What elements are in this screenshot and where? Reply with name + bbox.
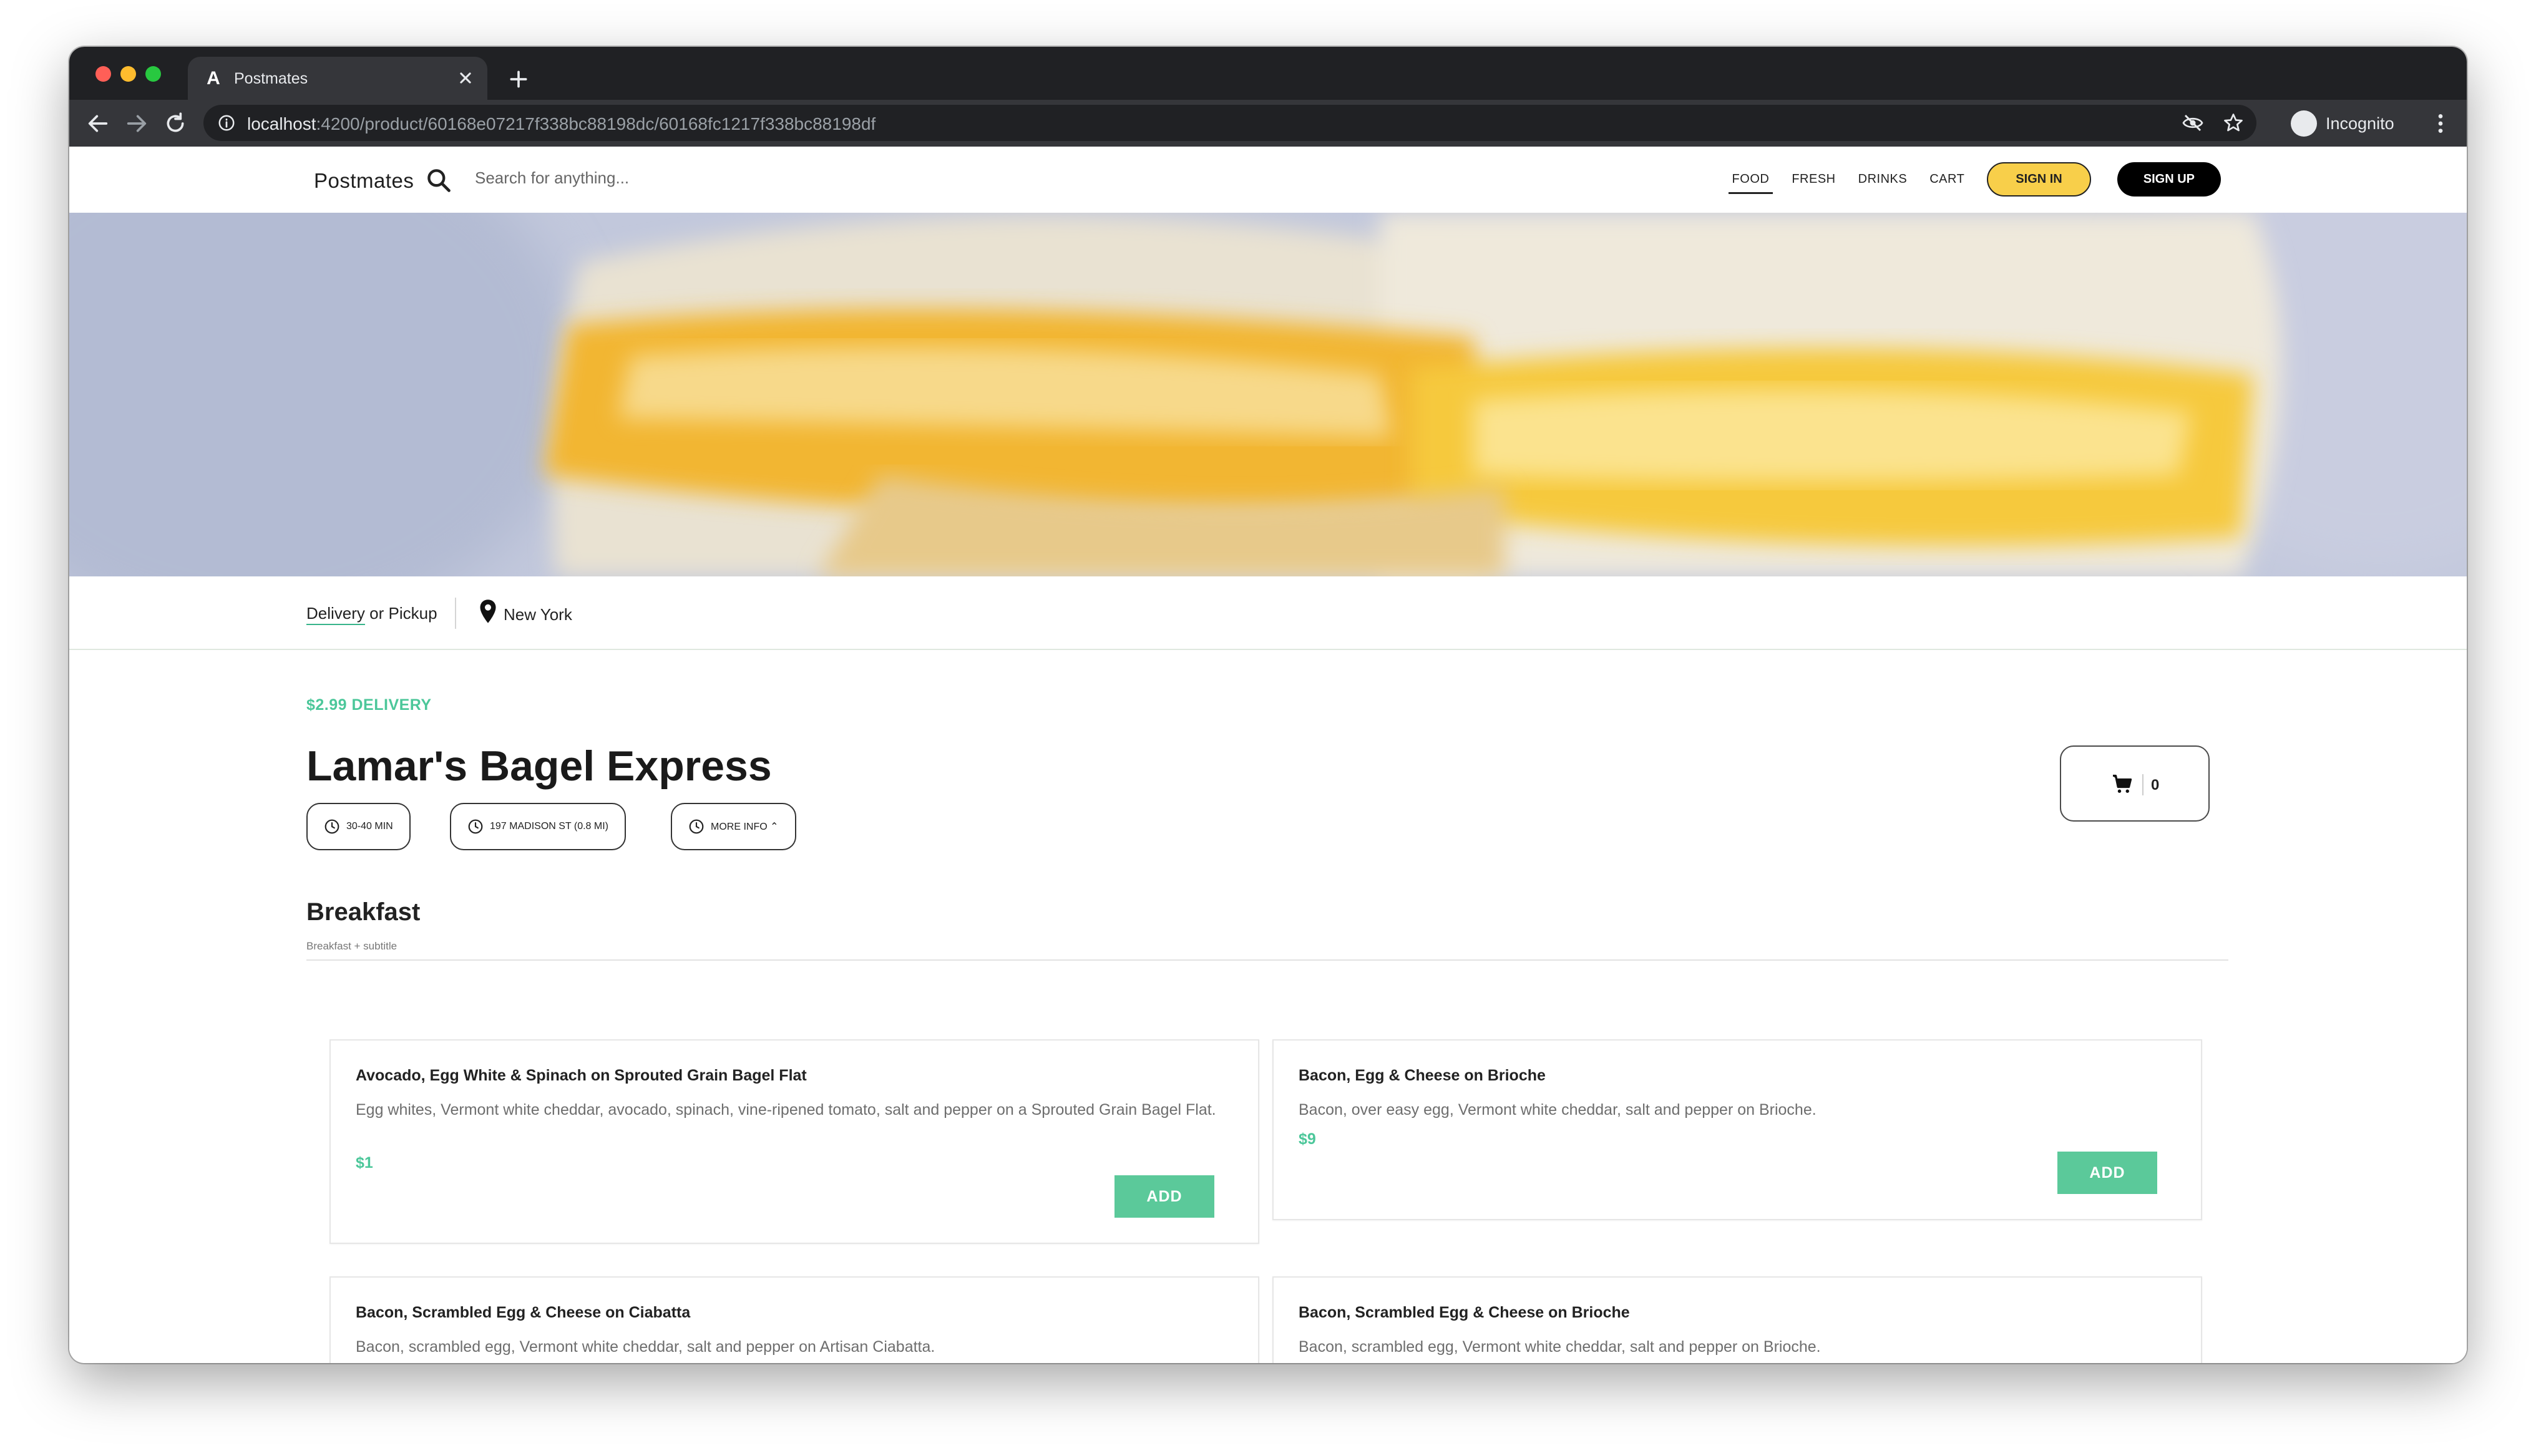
menu-item-description: Egg whites, Vermont white cheddar, avoca… (356, 1101, 1216, 1119)
delivery-fee: $2.99 DELIVERY (306, 696, 432, 714)
nav-link-drinks[interactable]: DRINKS (1858, 170, 1908, 189)
incognito-profile-button[interactable]: Incognito (2291, 105, 2416, 140)
url-host: localhost (247, 114, 316, 133)
forward-arrow-icon[interactable] (124, 111, 149, 136)
delivery-divider (455, 598, 456, 629)
menu-item-description: Bacon, over easy egg, Vermont white ched… (1299, 1101, 1817, 1119)
reload-icon[interactable] (163, 111, 188, 136)
menu-item-price: $9 (1299, 1130, 1316, 1148)
nav-links: FOOD FRESH DRINKS CART SIGN IN SIGN UP (1728, 162, 2221, 197)
address-bar[interactable]: localhost:4200/product/60168e07217f338bc… (203, 105, 2256, 141)
eye-slash-icon[interactable] (2182, 112, 2204, 134)
menu-item-card[interactable]: Bacon, Scrambled Egg & Cheese on Ciabatt… (329, 1276, 1259, 1363)
menu-item-name: Bacon, Egg & Cheese on Brioche (1299, 1067, 1546, 1084)
menu-item-card[interactable]: Bacon, Egg & Cheese on Brioche Bacon, ov… (1272, 1039, 2202, 1220)
clock-icon (324, 819, 339, 834)
new-tab-icon[interactable] (506, 67, 531, 92)
more-info-label: MORE INFO ⌃ (711, 822, 779, 832)
bookmark-star-icon[interactable] (2222, 112, 2245, 134)
close-window-button[interactable] (95, 66, 111, 82)
search-input[interactable] (475, 164, 912, 192)
back-arrow-icon[interactable] (85, 111, 110, 136)
shopping-cart-icon (2113, 774, 2132, 793)
browser-tab-bar: A Postmates (69, 47, 2467, 100)
site-header: Postmates FOOD FRESH DRINKS CART SIGN IN… (69, 147, 2467, 213)
nav-link-fresh[interactable]: FRESH (1792, 170, 1835, 189)
nav-link-cart[interactable]: CART (1929, 170, 1964, 189)
maximize-window-button[interactable] (145, 66, 161, 82)
menu-section-title: Breakfast (306, 898, 421, 926)
add-to-cart-button[interactable]: ADD (2057, 1152, 2157, 1194)
address-label: 197 MADISON ST (0.8 MI) (490, 821, 608, 832)
menu-item-description: Bacon, scrambled egg, Vermont white ched… (1299, 1338, 1821, 1356)
page-content: Postmates FOOD FRESH DRINKS CART SIGN IN… (69, 147, 2467, 1363)
browser-window: A Postmates localhost:4200/product/60168… (69, 47, 2467, 1363)
browser-toolbar: localhost:4200/product/60168e07217f338bc… (69, 100, 2467, 147)
clock-icon (468, 819, 483, 834)
pickup-option[interactable]: Pickup (389, 604, 437, 623)
location-pin-icon (480, 599, 496, 623)
menu-item-name: Bacon, Scrambled Egg & Cheese on Ciabatt… (356, 1304, 691, 1321)
sign-in-button[interactable]: SIGN IN (1987, 162, 2091, 197)
browser-tab[interactable]: A Postmates (188, 57, 487, 100)
address-pill[interactable]: 197 MADISON ST (0.8 MI) (450, 803, 626, 850)
sign-up-button[interactable]: SIGN UP (2117, 162, 2221, 197)
breakfast-sandwich-image (69, 213, 2467, 576)
menu-item-description: Bacon, scrambled egg, Vermont white ched… (356, 1338, 935, 1356)
close-tab-icon[interactable] (455, 67, 476, 89)
profile-label: Incognito (2326, 114, 2394, 133)
delivery-option[interactable]: Delivery (306, 604, 365, 625)
url-path: :4200/product/60168e07217f338bc88198dc/6… (316, 114, 876, 133)
angular-favicon-icon: A (207, 68, 220, 89)
delivery-or-text: or (369, 604, 384, 623)
menu-item-card[interactable]: Bacon, Scrambled Egg & Cheese on Brioche… (1272, 1276, 2202, 1363)
delivery-bar: Delivery or Pickup New York (69, 576, 2467, 650)
add-to-cart-button[interactable]: ADD (1114, 1175, 1214, 1218)
delivery-time-pill[interactable]: 30-40 MIN (306, 803, 411, 850)
cart-button[interactable]: 0 (2060, 745, 2210, 822)
url-text: localhost:4200/product/60168e07217f338bc… (247, 114, 875, 134)
menu-section-subtitle: Breakfast + subtitle (306, 940, 397, 952)
minimize-window-button[interactable] (120, 66, 136, 82)
section-divider (306, 959, 2228, 961)
menu-item-name: Bacon, Scrambled Egg & Cheese on Brioche (1299, 1304, 1630, 1321)
nav-link-food[interactable]: FOOD (1728, 170, 1773, 194)
clock-icon (689, 819, 704, 834)
cart-count: 0 (2151, 777, 2160, 794)
delivery-city[interactable]: New York (504, 605, 572, 624)
store-name: Lamar's Bagel Express (306, 742, 772, 790)
store-hero-image (69, 213, 2467, 576)
tab-title: Postmates (234, 70, 308, 87)
search-icon[interactable] (425, 167, 452, 194)
site-info-icon[interactable] (217, 114, 236, 132)
menu-item-card[interactable]: Avocado, Egg White & Spinach on Sprouted… (329, 1039, 1259, 1244)
incognito-icon (2291, 110, 2317, 137)
more-info-pill[interactable]: MORE INFO ⌃ (671, 803, 796, 850)
menu-item-name: Avocado, Egg White & Spinach on Sprouted… (356, 1067, 807, 1084)
delivery-time-label: 30-40 MIN (346, 821, 393, 832)
menu-item-price: $1 (356, 1154, 373, 1172)
delivery-pickup-toggle[interactable]: Delivery or Pickup (306, 604, 437, 625)
browser-menu-icon[interactable] (2428, 111, 2453, 136)
brand-logo[interactable]: Postmates (314, 169, 414, 193)
cart-divider (2142, 774, 2143, 795)
